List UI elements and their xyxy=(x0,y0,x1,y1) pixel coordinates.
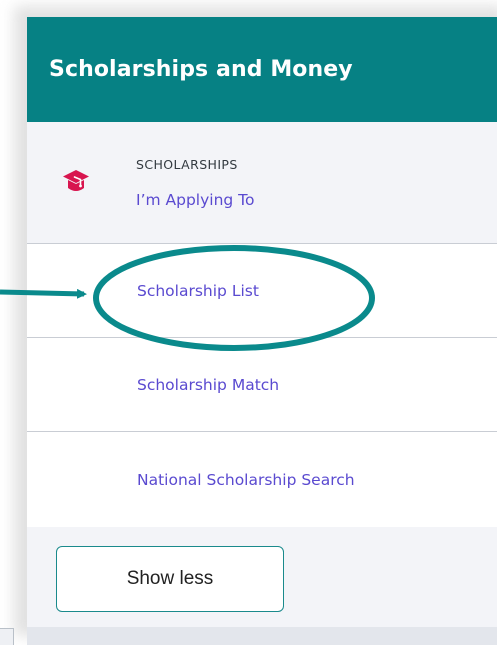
link-im-applying-to[interactable]: I’m Applying To xyxy=(136,191,255,209)
footer-strip xyxy=(27,627,497,645)
list-item-scholarship-list: Scholarship List xyxy=(27,244,497,338)
stage: Scholarships and Money SCHOLARSHIPS I’m … xyxy=(0,0,497,645)
graduation-cap-icon xyxy=(63,170,89,191)
panel-footer: Show less xyxy=(27,527,497,645)
link-national-scholarship-search[interactable]: National Scholarship Search xyxy=(137,471,355,489)
scholarships-panel: Scholarships and Money SCHOLARSHIPS I’m … xyxy=(27,17,497,645)
link-scholarship-match[interactable]: Scholarship Match xyxy=(137,376,279,394)
window-corner xyxy=(0,628,14,645)
list-item-scholarship-match: Scholarship Match xyxy=(27,338,497,432)
panel-header: Scholarships and Money xyxy=(27,17,497,122)
link-scholarship-list[interactable]: Scholarship List xyxy=(137,282,259,300)
panel-body: SCHOLARSHIPS I’m Applying To Scholarship… xyxy=(27,122,497,527)
show-less-button[interactable]: Show less xyxy=(56,546,284,612)
section-eyebrow: SCHOLARSHIPS xyxy=(136,157,238,172)
scholarships-section: SCHOLARSHIPS I’m Applying To xyxy=(27,122,497,244)
list-item-national-scholarship-search: National Scholarship Search xyxy=(27,432,497,527)
panel-title: Scholarships and Money xyxy=(49,57,353,82)
